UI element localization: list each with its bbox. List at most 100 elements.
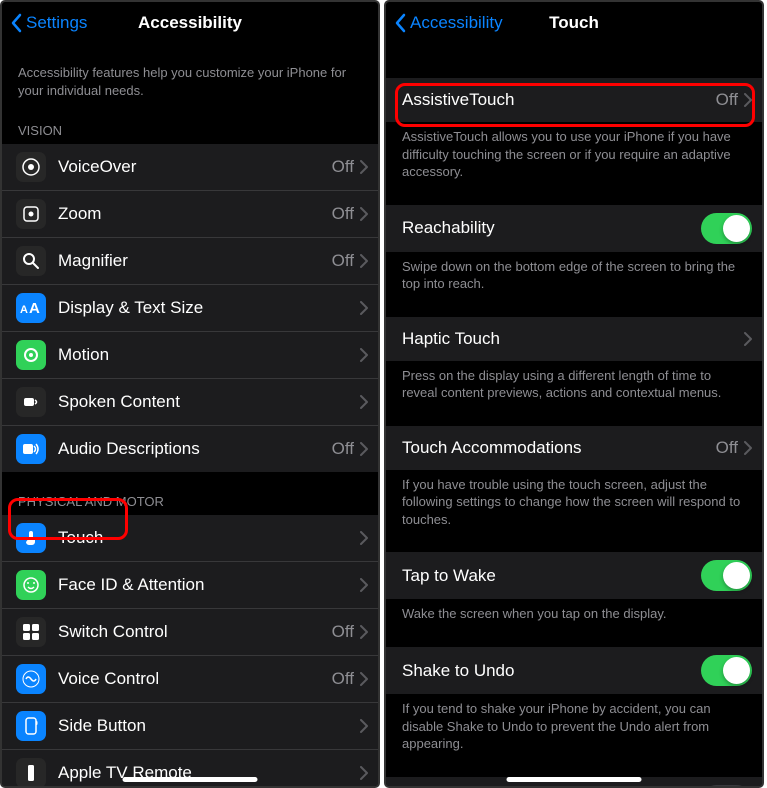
row-value: Off bbox=[716, 90, 738, 110]
row-label: Reachability bbox=[402, 218, 701, 238]
section-footer: Wake the screen when you tap on the disp… bbox=[386, 599, 762, 635]
svg-text:A: A bbox=[20, 304, 28, 316]
settings-row-zoom[interactable]: ZoomOff bbox=[2, 191, 378, 238]
content-scroll[interactable]: AssistiveTouchOffAssistiveTouch allows y… bbox=[386, 46, 762, 786]
chevron-right-icon bbox=[360, 672, 368, 686]
settings-row-motion[interactable]: Motion bbox=[2, 332, 378, 379]
row-label: Tap to Wake bbox=[402, 566, 701, 586]
home-indicator[interactable] bbox=[123, 777, 258, 782]
section-footer: Swipe down on the bottom edge of the scr… bbox=[386, 252, 762, 305]
back-label: Settings bbox=[26, 13, 87, 33]
switch-icon bbox=[16, 617, 46, 647]
section-header-physical: PHYSICAL AND MOTOR bbox=[2, 472, 378, 515]
row-label: Shake to Undo bbox=[402, 661, 701, 681]
settings-row-assistivetouch[interactable]: AssistiveTouchOff bbox=[386, 78, 762, 122]
row-label: VoiceOver bbox=[58, 157, 332, 177]
section-footer: If you tend to shake your iPhone by acci… bbox=[386, 694, 762, 765]
toggle-switch[interactable] bbox=[701, 785, 752, 786]
motion-icon bbox=[16, 340, 46, 370]
voicectrl-icon bbox=[16, 664, 46, 694]
tvremote-icon bbox=[16, 758, 46, 786]
settings-row-voiceover[interactable]: VoiceOverOff bbox=[2, 144, 378, 191]
chevron-right-icon bbox=[360, 207, 368, 221]
settings-row-haptic-touch[interactable]: Haptic Touch bbox=[386, 317, 762, 361]
settings-row-touch-accommodations[interactable]: Touch AccommodationsOff bbox=[386, 426, 762, 470]
settings-row-display-text-size[interactable]: AA Display & Text Size bbox=[2, 285, 378, 332]
toggle-knob bbox=[723, 562, 750, 589]
vision-group: VoiceOverOffZoomOffMagnifierOffAADisplay… bbox=[2, 144, 378, 472]
settings-row-spoken-content[interactable]: Spoken Content bbox=[2, 379, 378, 426]
row-value: Off bbox=[332, 669, 354, 689]
chevron-right-icon bbox=[360, 719, 368, 733]
accessibility-screen: Settings Accessibility Accessibility fea… bbox=[0, 0, 380, 788]
row-label: Voice Control bbox=[58, 669, 332, 689]
row-label: AssistiveTouch bbox=[402, 90, 716, 110]
toggle-switch[interactable] bbox=[701, 655, 752, 686]
section-footer: AssistiveTouch allows you to use your iP… bbox=[386, 122, 762, 193]
settings-row-tap-to-wake[interactable]: Tap to Wake bbox=[386, 552, 762, 599]
voiceover-icon bbox=[16, 152, 46, 182]
settings-row-shake-to-undo[interactable]: Shake to Undo bbox=[386, 647, 762, 694]
audiodesc-icon bbox=[16, 434, 46, 464]
content-scroll[interactable]: Accessibility features help you customiz… bbox=[2, 46, 378, 786]
textsize-icon: AA bbox=[16, 293, 46, 323]
sidebtn-icon bbox=[16, 711, 46, 741]
chevron-right-icon bbox=[360, 625, 368, 639]
settings-row-touch[interactable]: Touch bbox=[2, 515, 378, 562]
section-header-vision: VISION bbox=[2, 109, 378, 144]
back-button[interactable]: Settings bbox=[10, 13, 87, 33]
chevron-right-icon bbox=[360, 442, 368, 456]
toggle-switch[interactable] bbox=[701, 213, 752, 244]
row-value: Off bbox=[332, 157, 354, 177]
row-label: Touch bbox=[58, 528, 360, 548]
toggle-knob bbox=[723, 657, 750, 684]
toggle-switch[interactable] bbox=[701, 560, 752, 591]
chevron-right-icon bbox=[360, 578, 368, 592]
chevron-right-icon bbox=[360, 766, 368, 780]
row-label: Zoom bbox=[58, 204, 332, 224]
magnifier-icon bbox=[16, 246, 46, 276]
section-footer: Press on the display using a different l… bbox=[386, 361, 762, 414]
back-button[interactable]: Accessibility bbox=[394, 13, 503, 33]
physical-group: TouchFace ID & AttentionSwitch ControlOf… bbox=[2, 515, 378, 786]
row-label: Magnifier bbox=[58, 251, 332, 271]
chevron-right-icon bbox=[360, 301, 368, 315]
row-label: Motion bbox=[58, 345, 360, 365]
back-label: Accessibility bbox=[410, 13, 503, 33]
settings-row-side-button[interactable]: Side Button bbox=[2, 703, 378, 750]
settings-row-voice-control[interactable]: Voice ControlOff bbox=[2, 656, 378, 703]
row-label: Display & Text Size bbox=[58, 298, 360, 318]
page-title: Touch bbox=[549, 13, 599, 33]
zoom-icon bbox=[16, 199, 46, 229]
settings-row-reachability[interactable]: Reachability bbox=[386, 205, 762, 252]
nav-header: Settings Accessibility bbox=[2, 2, 378, 46]
row-label: Side Button bbox=[58, 716, 360, 736]
faceid-icon bbox=[16, 570, 46, 600]
chevron-right-icon bbox=[744, 332, 752, 346]
settings-row-switch-control[interactable]: Switch ControlOff bbox=[2, 609, 378, 656]
intro-text: Accessibility features help you customiz… bbox=[2, 46, 378, 109]
spoken-icon bbox=[16, 387, 46, 417]
row-label: Switch Control bbox=[58, 622, 332, 642]
row-label: Audio Descriptions bbox=[58, 439, 332, 459]
settings-row-face-id-attention[interactable]: Face ID & Attention bbox=[2, 562, 378, 609]
section-footer: If you have trouble using the touch scre… bbox=[386, 470, 762, 541]
settings-row-audio-descriptions[interactable]: Audio DescriptionsOff bbox=[2, 426, 378, 472]
row-value: Off bbox=[716, 438, 738, 458]
home-indicator[interactable] bbox=[507, 777, 642, 782]
settings-row-magnifier[interactable]: MagnifierOff bbox=[2, 238, 378, 285]
chevron-right-icon bbox=[360, 254, 368, 268]
row-value: Off bbox=[332, 439, 354, 459]
row-label: Haptic Touch bbox=[402, 329, 744, 349]
nav-header: Accessibility Touch bbox=[386, 2, 762, 46]
row-value: Off bbox=[332, 204, 354, 224]
chevron-right-icon bbox=[360, 531, 368, 545]
svg-text:A: A bbox=[29, 300, 40, 316]
chevron-right-icon bbox=[360, 160, 368, 174]
row-value: Off bbox=[332, 251, 354, 271]
chevron-right-icon bbox=[744, 93, 752, 107]
page-title: Accessibility bbox=[138, 13, 242, 33]
chevron-right-icon bbox=[360, 348, 368, 362]
chevron-right-icon bbox=[744, 441, 752, 455]
row-label: Touch Accommodations bbox=[402, 438, 716, 458]
